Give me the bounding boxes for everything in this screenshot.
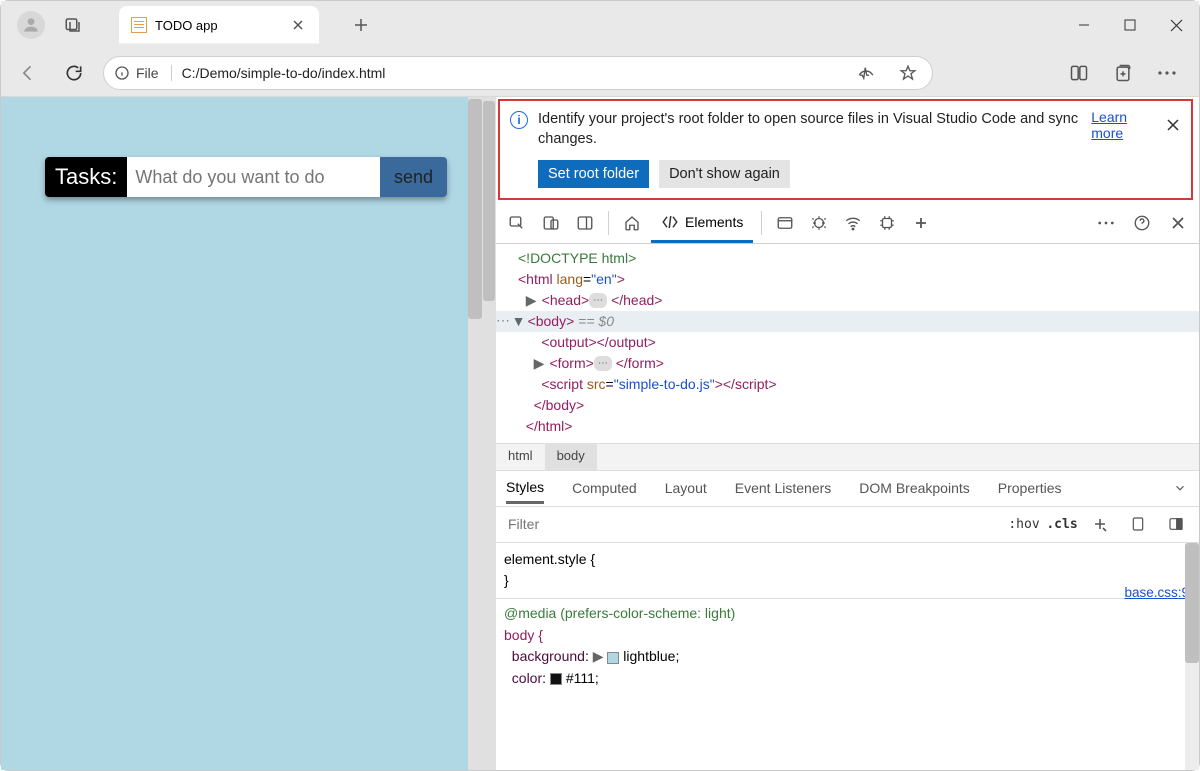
learn-more-link[interactable]: Learn more: [1091, 109, 1155, 141]
dock-side-icon[interactable]: [570, 208, 600, 238]
address-bar[interactable]: File C:/Demo/simple-to-do/index.html: [103, 56, 933, 90]
browser-toolbar: File C:/Demo/simple-to-do/index.html: [1, 49, 1199, 97]
network-conditions-icon[interactable]: [838, 208, 868, 238]
cls-toggle[interactable]: .cls: [1043, 507, 1081, 542]
page-viewport: Tasks: send: [1, 97, 482, 770]
styles-tabbar: Styles Computed Layout Event Listeners D…: [496, 471, 1199, 507]
source-link[interactable]: base.css:9: [1124, 583, 1189, 604]
dom-breadcrumb[interactable]: html body: [496, 443, 1199, 471]
infobar-close-button[interactable]: [1165, 116, 1181, 134]
nav-back-button[interactable]: [11, 56, 45, 90]
new-style-rule-icon[interactable]: [1081, 507, 1119, 542]
device-emulation-icon[interactable]: [536, 208, 566, 238]
dont-show-again-button[interactable]: Don't show again: [659, 160, 790, 188]
styles-scrollbar[interactable]: [1185, 543, 1199, 770]
browser-tab[interactable]: TODO app: [119, 6, 319, 44]
nav-refresh-button[interactable]: [57, 56, 91, 90]
task-form: Tasks: send: [45, 157, 447, 197]
tab-elements-label: Elements: [685, 214, 743, 230]
devtools-more-icon[interactable]: [1091, 208, 1121, 238]
help-icon[interactable]: [1127, 208, 1157, 238]
dom-gutter-icon[interactable]: ⋯: [496, 310, 510, 331]
subtab-computed[interactable]: Computed: [572, 474, 637, 502]
site-info-icon[interactable]: [114, 65, 130, 81]
set-root-folder-button[interactable]: Set root folder: [538, 160, 649, 188]
devtools-pane: i Identify your project's root folder to…: [496, 97, 1199, 770]
devtools-close-icon[interactable]: [1163, 208, 1193, 238]
crumb-body[interactable]: body: [545, 444, 597, 470]
subtab-event-listeners[interactable]: Event Listeners: [735, 474, 832, 502]
root-folder-infobar: i Identify your project's root folder to…: [498, 99, 1193, 200]
favorite-icon[interactable]: [894, 59, 922, 87]
window-maximize-button[interactable]: [1107, 1, 1153, 49]
url-scheme: File: [136, 65, 159, 81]
page-scrollbar[interactable]: [468, 97, 482, 770]
send-button[interactable]: send: [380, 157, 447, 197]
settings-more-icon[interactable]: [1153, 59, 1181, 87]
inspect-element-icon[interactable]: [502, 208, 532, 238]
subtab-layout[interactable]: Layout: [665, 474, 707, 502]
subtab-dom-breakpoints[interactable]: DOM Breakpoints: [859, 474, 969, 502]
toggle-sidebar-icon[interactable]: [1157, 507, 1195, 542]
window-titlebar: TODO app: [1, 1, 1199, 49]
crumb-html[interactable]: html: [496, 444, 545, 470]
issues-icon[interactable]: [804, 208, 834, 238]
dom-tree[interactable]: ⋯ <!DOCTYPE html> <html lang="en"> ▶ <he…: [496, 244, 1199, 443]
chevron-down-icon[interactable]: [1173, 481, 1187, 495]
tab-close-button[interactable]: [289, 16, 307, 34]
styles-filter-input[interactable]: [500, 516, 1005, 532]
profile-icon[interactable]: [17, 11, 45, 39]
info-icon: i: [510, 111, 528, 129]
page-favicon: [131, 17, 147, 33]
read-aloud-icon[interactable]: [852, 59, 880, 87]
tab-actions-icon[interactable]: [59, 11, 87, 39]
collections-icon[interactable]: [1109, 59, 1137, 87]
styles-toolbar: :hov .cls: [496, 507, 1199, 543]
pane-splitter[interactable]: [482, 97, 496, 770]
task-input[interactable]: [127, 157, 380, 197]
hov-toggle[interactable]: :hov: [1005, 507, 1043, 542]
window-close-button[interactable]: [1153, 1, 1199, 49]
styles-body[interactable]: element.style { } @media (prefers-color-…: [496, 543, 1199, 696]
tab-title: TODO app: [155, 18, 218, 33]
new-tab-button[interactable]: [345, 9, 377, 41]
device-toolbar-icon[interactable]: [1119, 507, 1157, 542]
more-tabs-icon[interactable]: [906, 208, 936, 238]
application-tab-icon[interactable]: [770, 208, 800, 238]
split-screen-icon[interactable]: [1065, 59, 1093, 87]
tab-elements[interactable]: Elements: [651, 203, 753, 243]
subtab-properties[interactable]: Properties: [998, 474, 1062, 502]
subtab-styles[interactable]: Styles: [506, 473, 544, 504]
devtools-tabbar: Elements: [496, 204, 1199, 244]
window-minimize-button[interactable]: [1061, 1, 1107, 49]
welcome-tab-icon[interactable]: [617, 208, 647, 238]
infobar-text: Identify your project's root folder to o…: [538, 109, 1081, 150]
url-path: C:/Demo/simple-to-do/index.html: [182, 65, 842, 81]
tasks-label: Tasks:: [45, 157, 127, 197]
memory-icon[interactable]: [872, 208, 902, 238]
